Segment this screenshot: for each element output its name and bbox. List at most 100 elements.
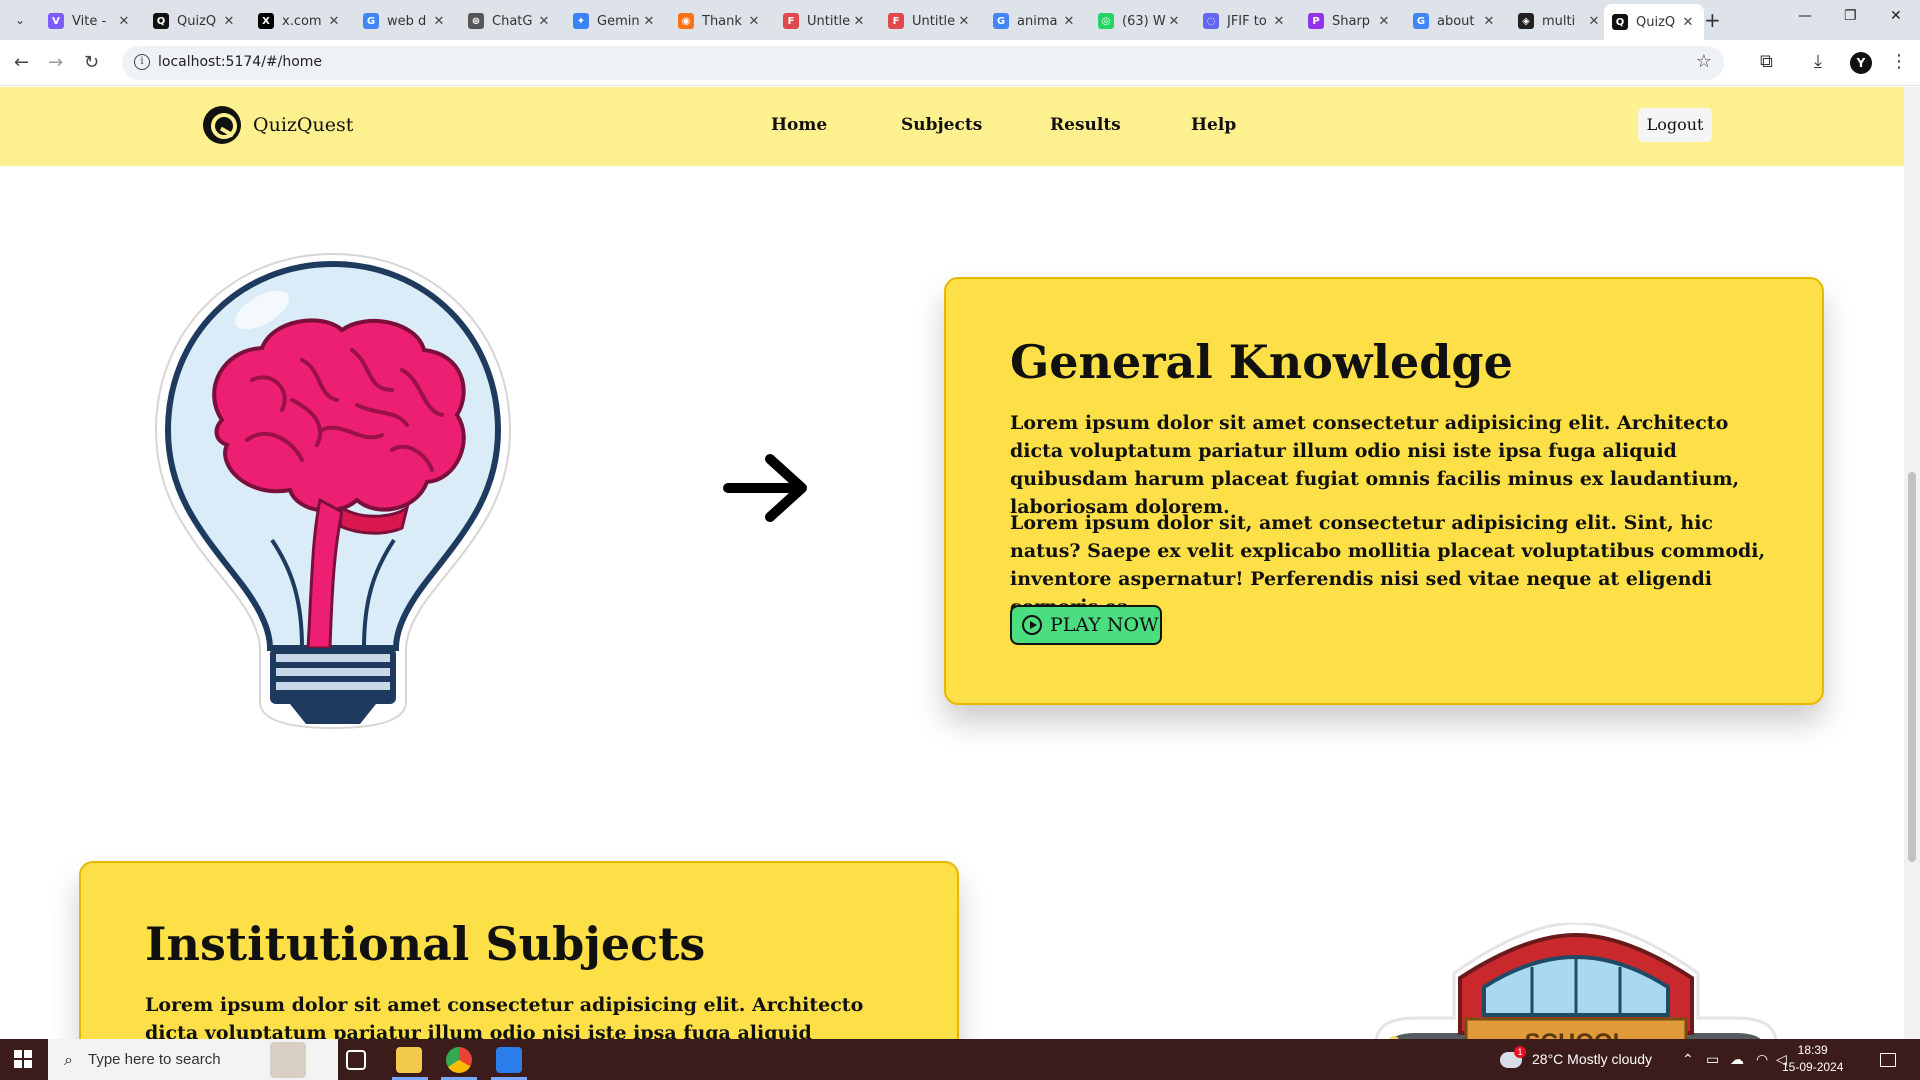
restore-icon[interactable]: ❐: [1844, 8, 1857, 24]
arrow-right-icon: [723, 454, 807, 522]
chrome-icon[interactable]: [446, 1047, 472, 1073]
tab-title: Vite -: [72, 13, 107, 29]
browser-tab[interactable]: F Untitle ✕: [775, 6, 875, 36]
close-tab-icon[interactable]: ✕: [1061, 14, 1077, 29]
browser-tab-strip: ⌄ V Vite - ✕ Q QuizQ ✕ Xx.com ✕ Gweb d ✕ ⊛ ChatG ✕ ✦ G…: [0, 0, 1920, 40]
browser-tab[interactable]: ◉ Thank ✕: [670, 6, 770, 36]
close-tab-icon[interactable]: ✕: [956, 14, 972, 29]
extensions-icon[interactable]: ⧉: [1760, 51, 1773, 72]
search-icon: ⌕: [64, 1050, 73, 1069]
close-tab-icon[interactable]: ✕: [1680, 15, 1696, 30]
browser-tab[interactable]: P Sharp ✕: [1300, 6, 1400, 36]
logo-text: QuizQuest: [253, 114, 354, 136]
nav-subjects[interactable]: Subjects: [901, 115, 982, 135]
close-tab-icon[interactable]: ✕: [1481, 14, 1497, 29]
download-icon[interactable]: ⤓: [1814, 51, 1822, 72]
weather-text[interactable]: 28°C Mostly cloudy: [1532, 1051, 1652, 1067]
browser-tab[interactable]: Ganima ✕: [985, 6, 1085, 36]
vscode-icon[interactable]: [496, 1047, 522, 1073]
tab-favicon-icon: ◈: [1518, 13, 1534, 29]
close-tab-icon[interactable]: ✕: [851, 14, 867, 29]
minimize-icon[interactable]: —: [1798, 8, 1812, 24]
browser-tab[interactable]: ◌ JFIF to ✕: [1195, 6, 1295, 36]
new-tab-icon[interactable]: +: [1704, 8, 1721, 32]
tab-favicon-icon: ⊛: [468, 13, 484, 29]
nav-home[interactable]: Home: [771, 115, 827, 135]
tab-title: Untitle: [807, 13, 851, 29]
meet-now-icon[interactable]: ▭: [1706, 1051, 1719, 1068]
system-clock[interactable]: 18:39 15-09-2024: [1782, 1042, 1843, 1076]
wifi-icon[interactable]: ◠: [1756, 1051, 1768, 1068]
bookmark-star-icon[interactable]: ☆: [1696, 51, 1712, 72]
nav-results[interactable]: Results: [1050, 115, 1121, 135]
tab-favicon-icon: G: [363, 13, 379, 29]
file-explorer-icon[interactable]: [396, 1047, 422, 1073]
tab-title: QuizQ: [177, 13, 217, 29]
taskbar-search-box[interactable]: ⌕ Type here to search: [48, 1039, 338, 1080]
browser-tab[interactable]: Q QuizQ ✕: [145, 6, 245, 36]
browser-tab[interactable]: ⊛ ChatG ✕: [460, 6, 560, 36]
browser-tab[interactable]: ✦ Gemin ✕: [565, 6, 665, 36]
weather-badge: 1: [1514, 1046, 1526, 1058]
url-text[interactable]: localhost:5174/#/home: [158, 54, 322, 70]
browser-tab[interactable]: ◎ (63) W ✕: [1090, 6, 1190, 36]
site-info-icon[interactable]: i: [134, 54, 150, 70]
address-bar[interactable]: i localhost:5174/#/home ☆: [122, 46, 1724, 80]
tab-title: about: [1437, 13, 1475, 29]
play-now-button[interactable]: PLAY NOW: [1010, 605, 1162, 645]
reload-icon[interactable]: ↻: [84, 52, 99, 73]
tab-favicon-icon: P: [1308, 13, 1324, 29]
tab-favicon-icon: G: [1413, 13, 1429, 29]
scrollbar-thumb[interactable]: [1908, 472, 1916, 862]
tab-favicon-icon: ◌: [1203, 13, 1219, 29]
quizquest-logo-icon: [203, 106, 241, 144]
tab-title: Untitle: [912, 13, 956, 29]
close-tab-icon[interactable]: ✕: [1166, 14, 1182, 29]
browser-tab[interactable]: Q QuizQ ✕: [1604, 4, 1704, 40]
close-tab-icon[interactable]: ✕: [641, 14, 657, 29]
close-tab-icon[interactable]: ✕: [1271, 14, 1287, 29]
show-hidden-icons-icon[interactable]: ⌃: [1682, 1051, 1694, 1068]
browser-tab[interactable]: Xx.com ✕: [250, 6, 350, 36]
close-tab-icon[interactable]: ✕: [221, 14, 237, 29]
onedrive-icon[interactable]: ☁: [1730, 1051, 1744, 1068]
tab-favicon-icon: G: [993, 13, 1009, 29]
close-tab-icon[interactable]: ✕: [431, 14, 447, 29]
tab-title: ChatG: [492, 13, 533, 29]
close-tab-icon[interactable]: ✕: [746, 14, 762, 29]
windows-start-icon[interactable]: [14, 1050, 32, 1068]
browser-tab[interactable]: V Vite - ✕: [40, 6, 140, 36]
page-scrollbar[interactable]: [1904, 87, 1920, 1039]
close-tab-icon[interactable]: ✕: [1376, 14, 1392, 29]
browser-tab[interactable]: Gweb d ✕: [355, 6, 455, 36]
page-viewport: QuizQuest Home Subjects Results Help Log…: [0, 87, 1904, 1039]
close-tab-icon[interactable]: ✕: [116, 14, 132, 29]
card-title: General Knowledge: [1010, 335, 1513, 389]
brain-lightbulb-illustration: [154, 252, 512, 730]
close-window-icon[interactable]: ✕: [1890, 8, 1902, 24]
tab-favicon-icon: Q: [153, 13, 169, 29]
notifications-icon[interactable]: [1880, 1053, 1896, 1067]
close-tab-icon[interactable]: ✕: [1586, 14, 1602, 29]
menu-kebab-icon[interactable]: ⋮: [1890, 51, 1908, 72]
tab-search-icon[interactable]: ⌄: [8, 8, 32, 32]
nav-help[interactable]: Help: [1191, 115, 1236, 135]
site-logo[interactable]: QuizQuest: [203, 106, 353, 144]
play-now-label: PLAY NOW: [1050, 614, 1159, 636]
tab-title: (63) W: [1122, 13, 1166, 29]
forward-icon[interactable]: →: [48, 52, 63, 73]
card-title: Institutional Subjects: [145, 917, 706, 971]
tab-title: multi: [1542, 13, 1576, 29]
back-icon[interactable]: ←: [14, 52, 29, 73]
taskbar-search-placeholder: Type here to search: [88, 1051, 221, 1068]
close-tab-icon[interactable]: ✕: [326, 14, 342, 29]
tab-favicon-icon: X: [258, 13, 274, 29]
tab-favicon-icon: Q: [1612, 14, 1628, 30]
browser-tab[interactable]: F Untitle ✕: [880, 6, 980, 36]
browser-tab[interactable]: ◈ multi ✕: [1510, 6, 1610, 36]
logout-button[interactable]: Logout: [1638, 108, 1712, 142]
profile-avatar[interactable]: Y: [1850, 52, 1872, 74]
close-tab-icon[interactable]: ✕: [536, 14, 552, 29]
task-view-icon[interactable]: [346, 1050, 366, 1070]
browser-tab[interactable]: Gabout ✕: [1405, 6, 1505, 36]
